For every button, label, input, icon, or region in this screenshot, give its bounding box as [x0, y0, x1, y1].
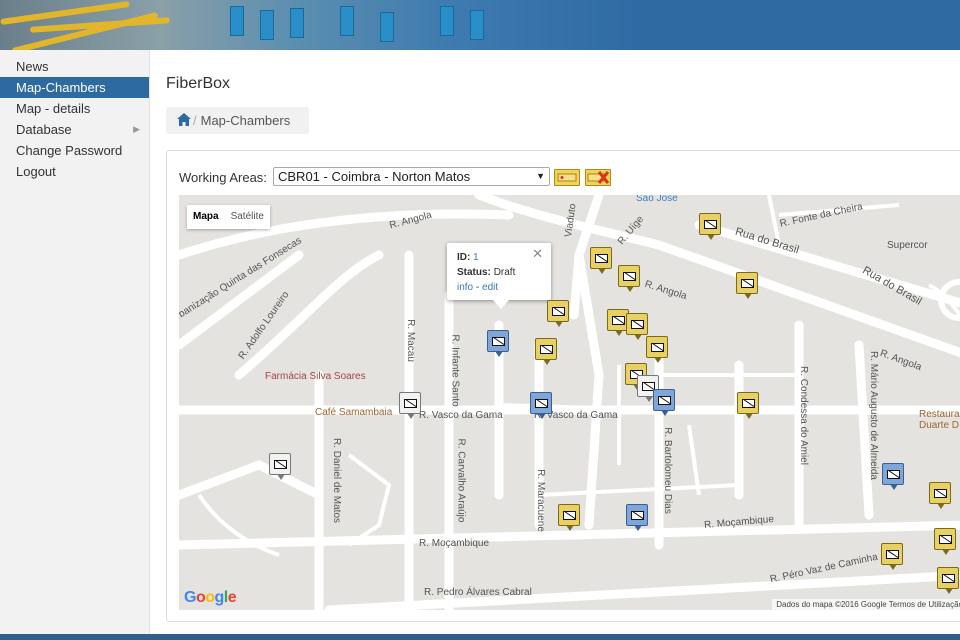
sidebar-item-label: Database: [16, 122, 72, 137]
poi-restaurant: Restaura Duarte D: [919, 409, 960, 431]
banner-photo: [0, 0, 640, 50]
map-panel: Working Areas: CBR01 - Coimbra - Norton …: [166, 150, 960, 622]
chamber-marker[interactable]: [399, 392, 421, 419]
popup-link-separator: -: [475, 282, 480, 293]
poi-pharmacy: Farmácia Silva Soares: [265, 371, 366, 382]
breadcrumb-separator: /: [193, 113, 197, 128]
main-content: FiberBox / Map-Chambers Working Areas: CB…: [166, 50, 960, 640]
street-label: R. Macau: [404, 319, 416, 362]
chamber-marker[interactable]: [547, 300, 569, 327]
banner-connector: [470, 10, 484, 40]
banner-connector: [380, 12, 394, 42]
street-label: R. Maracuene: [534, 469, 546, 532]
sidebar: News Map-Chambers Map - details Database…: [0, 50, 150, 640]
popup-status-label: Status:: [457, 267, 491, 278]
sidebar-item-change-password[interactable]: Change Password: [0, 140, 149, 161]
footer-bar: [0, 634, 960, 640]
map-roads: [179, 195, 960, 610]
banner-connector: [260, 10, 274, 40]
close-icon[interactable]: ✕: [532, 246, 543, 261]
map-type-satellite[interactable]: Satélite: [225, 205, 270, 229]
popup-info-link[interactable]: info: [457, 282, 473, 293]
street-label: R. Mário Augusto de Almeida: [867, 351, 879, 480]
home-icon[interactable]: [177, 108, 191, 135]
street-label: R. Bartolomeu Dias: [661, 427, 673, 514]
working-areas-label: Working Areas:: [179, 170, 267, 185]
chamber-marker[interactable]: [269, 453, 291, 480]
street-label: R. Pedro Álvares Cabral: [424, 587, 532, 598]
street-label: R. Daniel de Matos: [331, 437, 343, 524]
sidebar-item-label: Logout: [16, 164, 56, 179]
map-type-control: Mapa Satélite: [187, 205, 270, 229]
street-label: R. Carvalho Araújo: [455, 438, 467, 523]
sidebar-item-label: News: [16, 59, 49, 74]
banner-connector: [440, 6, 454, 36]
chamber-marker[interactable]: [487, 330, 509, 357]
chamber-marker[interactable]: [882, 463, 904, 490]
popup-edit-link[interactable]: edit: [482, 282, 498, 293]
chamber-marker[interactable]: [535, 338, 557, 365]
google-logo: Google: [184, 589, 237, 606]
chamber-marker[interactable]: [618, 265, 640, 292]
chamber-marker[interactable]: [646, 336, 668, 363]
sidebar-item-label: Map-Chambers: [16, 80, 106, 95]
breadcrumb: / Map-Chambers: [166, 107, 309, 134]
street-label: R. Vasco da Gama: [419, 410, 503, 421]
poi-sao-jose: São José: [636, 195, 678, 204]
add-area-button[interactable]: [554, 169, 580, 186]
header-banner: [0, 0, 960, 50]
map-type-map[interactable]: Mapa: [187, 205, 225, 229]
working-areas-selected: CBR01 - Coimbra - Norton Matos: [278, 169, 471, 184]
map-view[interactable]: Mapa Satélite R. Angola Rua do Brasil Ru…: [179, 195, 960, 610]
sidebar-item-news[interactable]: News: [0, 56, 149, 77]
chamber-marker[interactable]: [737, 392, 759, 419]
chevron-right-icon: ▶: [133, 124, 140, 134]
sidebar-item-label: Change Password: [16, 143, 123, 158]
map-info-popup: ✕ ID: 1 Status: Draft info - edit: [447, 243, 551, 309]
popup-id-value: 1: [473, 252, 479, 263]
sidebar-item-logout[interactable]: Logout: [0, 161, 149, 182]
poi-cafe: Café Samambaia: [315, 407, 393, 418]
chamber-marker[interactable]: [626, 313, 648, 340]
breadcrumb-current: Map-Chambers: [200, 113, 291, 128]
chamber-marker[interactable]: [653, 389, 675, 416]
chamber-marker[interactable]: [881, 543, 903, 570]
sidebar-item-map-chambers[interactable]: Map-Chambers: [0, 77, 149, 98]
street-label: R. Condessa do Amiel: [797, 366, 809, 465]
popup-status-value: Draft: [493, 267, 516, 278]
banner-connector: [290, 8, 304, 38]
sidebar-item-map-details[interactable]: Map - details: [0, 98, 149, 119]
sidebar-item-database[interactable]: Database ▶: [0, 119, 149, 140]
remove-area-button[interactable]: [585, 169, 611, 186]
select-arrow-icon: ▼: [536, 171, 545, 181]
chamber-marker[interactable]: [736, 272, 758, 299]
working-areas-select[interactable]: CBR01 - Coimbra - Norton Matos ▼: [273, 167, 550, 186]
chamber-marker[interactable]: [590, 247, 612, 274]
map-attribution[interactable]: Dados do mapa ©2016 Google Termos de Uti…: [772, 599, 960, 610]
street-label: R. Moçambique: [419, 538, 490, 549]
popup-id-label: ID:: [457, 252, 471, 263]
chamber-marker[interactable]: [558, 504, 580, 531]
chamber-marker[interactable]: [937, 567, 959, 594]
banner-connector: [340, 6, 354, 36]
chamber-marker[interactable]: [530, 392, 552, 419]
chamber-marker[interactable]: [626, 504, 648, 531]
banner-connector: [230, 6, 244, 36]
chamber-marker[interactable]: [929, 482, 951, 509]
street-label: R. Infante Santo: [449, 334, 461, 407]
chamber-marker[interactable]: [934, 528, 956, 555]
poi-supercor: Supercor: [887, 240, 928, 251]
page-title: FiberBox: [166, 75, 231, 92]
sidebar-item-label: Map - details: [16, 101, 91, 116]
chamber-marker[interactable]: [699, 213, 721, 240]
